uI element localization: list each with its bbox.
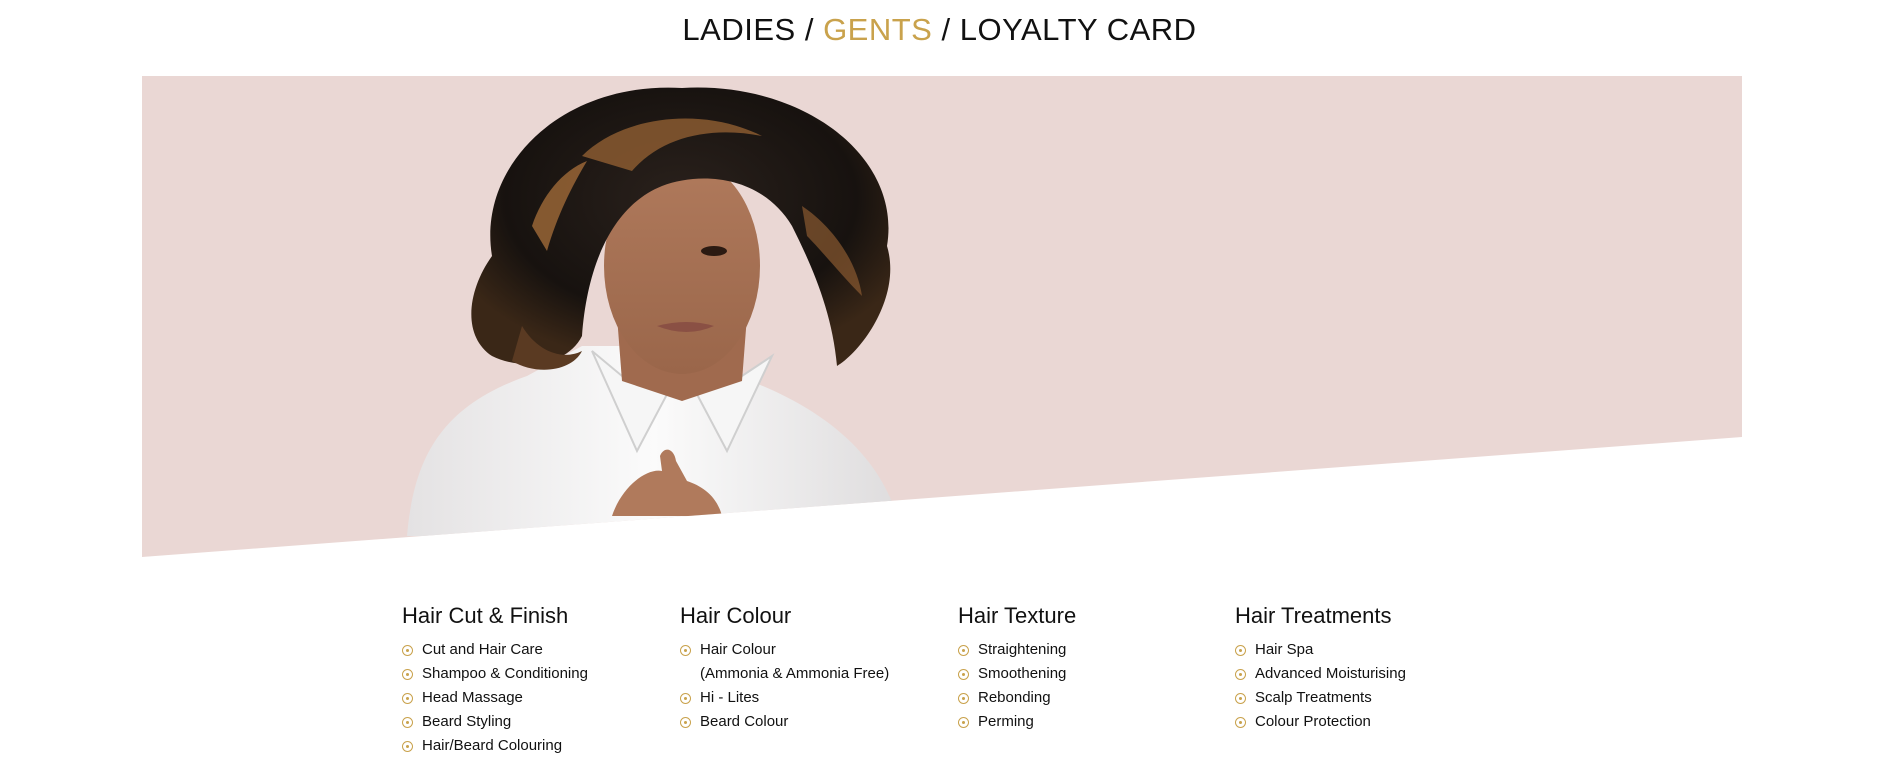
service-list: Hair Colour (Ammonia & Ammonia Free) Hi … [680, 638, 950, 734]
service-item: Shampoo & Conditioning [402, 662, 672, 686]
service-category-nav: LADIES / GENTS / LOYALTY CARD [0, 12, 1879, 48]
bullet-icon [958, 693, 969, 704]
nav-loyalty-card-link[interactable]: LOYALTY CARD [960, 12, 1197, 47]
bullet-icon [1235, 645, 1246, 656]
bullet-icon [958, 717, 969, 728]
service-item: Hair/Beard Colouring [402, 734, 672, 758]
services-section: Hair Cut & Finish Cut and Hair Care Sham… [0, 603, 1879, 766]
nav-gents-link[interactable]: GENTS [823, 12, 932, 47]
hero-background [142, 76, 1742, 557]
bullet-icon [1235, 669, 1246, 680]
service-heading: Hair Treatments [1235, 603, 1392, 628]
service-column-hair-colour: Hair Colour Hair Colour (Ammonia & Ammon… [680, 603, 950, 734]
bullet-icon [958, 645, 969, 656]
bullet-icon [680, 645, 691, 656]
service-list: Cut and Hair Care Shampoo & Conditioning… [402, 638, 672, 758]
service-item: Smoothening [958, 662, 1228, 686]
service-item: Beard Styling [402, 710, 672, 734]
service-column-hair-treatments: Hair Treatments Hair Spa Advanced Moistu… [1235, 603, 1505, 734]
service-column-hair-texture: Hair Texture Straightening Smoothening R… [958, 603, 1228, 734]
service-list: Straightening Smoothening Rebonding Perm… [958, 638, 1228, 734]
service-item: Head Massage [402, 686, 672, 710]
nav-separator: / [804, 12, 824, 47]
service-item: Beard Colour [680, 710, 950, 734]
service-item: Rebonding [958, 686, 1228, 710]
service-item: Advanced Moisturising [1235, 662, 1505, 686]
hero-image [142, 76, 1742, 557]
service-column-hair-cut: Hair Cut & Finish Cut and Hair Care Sham… [402, 603, 672, 758]
nav-separator: / [941, 12, 960, 47]
service-item: Hair Spa [1235, 638, 1505, 662]
service-heading: Hair Texture [958, 603, 1077, 628]
service-item: Cut and Hair Care [402, 638, 672, 662]
bullet-icon [402, 741, 413, 752]
bullet-icon [680, 717, 691, 728]
service-item-continuation: (Ammonia & Ammonia Free) [700, 665, 890, 682]
nav-ladies-link[interactable]: LADIES [682, 12, 795, 47]
service-item: Perming [958, 710, 1228, 734]
service-heading: Hair Colour [680, 603, 792, 628]
service-heading: Hair Cut & Finish [402, 603, 569, 628]
service-list: Hair Spa Advanced Moisturising Scalp Tre… [1235, 638, 1505, 734]
service-item: Scalp Treatments [1235, 686, 1505, 710]
hero-banner [142, 76, 1742, 557]
service-item: Hi - Lites [680, 686, 950, 710]
service-item: Colour Protection [1235, 710, 1505, 734]
service-item: Hair Colour [680, 638, 950, 662]
bullet-icon [402, 717, 413, 728]
bullet-icon [680, 693, 691, 704]
bullet-icon [402, 693, 413, 704]
bullet-icon [958, 669, 969, 680]
bullet-icon [1235, 693, 1246, 704]
service-item: Straightening [958, 638, 1228, 662]
bullet-icon [402, 669, 413, 680]
bullet-icon [1235, 717, 1246, 728]
bullet-icon [402, 645, 413, 656]
